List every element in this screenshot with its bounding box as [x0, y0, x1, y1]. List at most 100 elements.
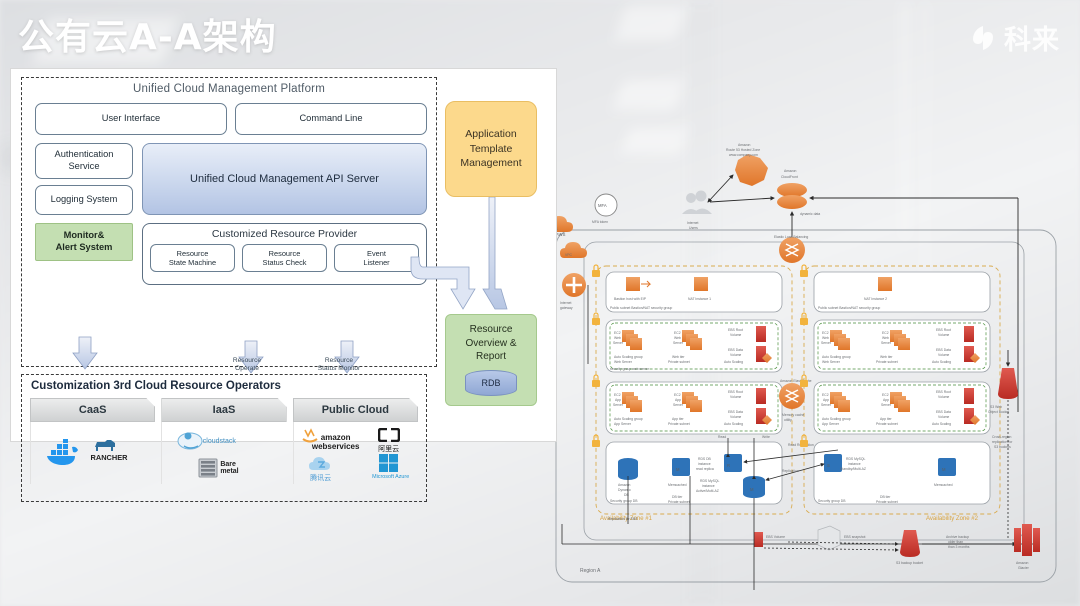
svg-text:Web Server: Web Server: [822, 360, 841, 364]
svg-text:Web: Web: [614, 336, 621, 340]
public-subnet-sg-label-2: Public subnet Bastion/NAT security group: [818, 306, 880, 310]
left-architecture-diagram: Unified Cloud Management Platform User I…: [10, 68, 557, 502]
svg-text:EBS Data: EBS Data: [728, 410, 743, 414]
svg-text:Web Server: Web Server: [614, 360, 633, 364]
docker-logo-icon: [47, 439, 78, 465]
aws-cloud-label: AWS: [556, 232, 566, 237]
logging-system-box[interactable]: Logging System: [35, 185, 133, 215]
autoscaling-group-web-az1: Auto Scaling group: [614, 355, 643, 359]
user-interface-box[interactable]: User Interface: [35, 103, 227, 135]
svg-text:RDS DB: RDS DB: [698, 457, 712, 461]
tab-public-cloud-label[interactable]: Public Cloud: [293, 398, 418, 422]
tab-iaas-label[interactable]: IaaS: [161, 398, 286, 422]
brand-logo: 科来: [968, 18, 1060, 57]
tab-caas-label[interactable]: CaaS: [30, 398, 155, 422]
svg-text:Amazon: Amazon: [618, 483, 631, 487]
svg-text:Security group DB: Security group DB: [818, 499, 846, 503]
aliyun-logo-icon: [377, 428, 400, 442]
page-header: 公有云A-A架构 科来: [0, 0, 1080, 70]
route53-label-3: www.company.com: [729, 153, 758, 157]
svg-text:App: App: [823, 398, 829, 402]
monitor-alert-system-box[interactable]: Monitor& Alert System: [35, 223, 133, 261]
svg-text:Server: Server: [673, 341, 684, 345]
svg-text:EC2: EC2: [614, 393, 621, 397]
resource-status-monitor-label: Resource Status Monitor: [317, 357, 361, 372]
svg-text:EC2: EC2: [882, 331, 889, 335]
replication-label: Replication: [782, 469, 799, 473]
dynamic-data-label: dynamic data: [800, 212, 820, 216]
nat-instance-1-label: NAT Instance 1: [688, 297, 711, 301]
svg-text:Server: Server: [881, 341, 892, 345]
svg-text:Volume: Volume: [938, 353, 949, 357]
svg-text:Server: Server: [613, 403, 624, 407]
svg-text:App: App: [675, 398, 681, 402]
svg-text:App: App: [883, 398, 889, 402]
svg-text:Memcached: Memcached: [668, 483, 687, 487]
ebs-data-volume-label: EBS Data: [728, 348, 743, 352]
svg-text:Web tier: Web tier: [880, 355, 893, 359]
svg-text:Private subnet: Private subnet: [876, 500, 898, 504]
command-line-box[interactable]: Command Line: [235, 103, 427, 135]
svg-text:Object Bucket: Object Bucket: [988, 410, 1009, 414]
tab-caas[interactable]: CaaS RANCHER: [30, 398, 155, 484]
cloudfront-label-2: CloudFront: [781, 175, 798, 179]
web-tier-subnet-az1: Web tier: [672, 355, 685, 359]
event-listener[interactable]: Event Listener: [334, 244, 419, 272]
svg-text:instance: instance: [702, 484, 715, 488]
svg-text:R: R: [727, 463, 730, 468]
svg-text:EC2: EC2: [822, 331, 829, 335]
svg-text:Glacier: Glacier: [1018, 566, 1030, 570]
svg-text:EC2: EC2: [674, 393, 681, 397]
azure-logo-icon: [378, 454, 398, 472]
api-server-box[interactable]: Unified Cloud Management API Server: [142, 143, 427, 215]
svg-text:Write: Write: [762, 435, 770, 439]
aws-logo-label: amazon webservices: [311, 433, 360, 451]
svg-text:read replica: read replica: [696, 467, 714, 471]
elastic-load-balancing-icon: Elastic Load Balancing: [774, 235, 808, 263]
svg-text:DB: DB: [624, 493, 629, 497]
archive-older-label: Archive backup: [946, 535, 969, 539]
mfa-token-label: MFA token: [592, 220, 608, 224]
rdb-database-icon: RDB: [465, 369, 517, 396]
ebs-volume-bottom-icon: EBS Volume: [754, 532, 785, 547]
svg-text:EBS Root: EBS Root: [936, 390, 951, 394]
svg-text:Private subnet: Private subnet: [668, 422, 690, 426]
svg-text:App Server: App Server: [822, 422, 840, 426]
svg-text:Volume: Volume: [730, 415, 741, 419]
svg-text:Auto Scaling: Auto Scaling: [932, 422, 951, 426]
svg-text:Read: Read: [718, 435, 726, 439]
svg-text:M: M: [676, 467, 680, 472]
svg-text:Volume: Volume: [730, 395, 741, 399]
svg-text:Private subnet: Private subnet: [876, 422, 898, 426]
resource-overview-report[interactable]: Resource Overview & Report RDB: [445, 314, 537, 406]
svg-text:S3 backup bucket: S3 backup bucket: [896, 561, 923, 565]
svg-text:EBS Volume: EBS Volume: [766, 535, 785, 539]
application-template-management[interactable]: Application Template Management: [445, 101, 537, 197]
svg-text:Volume: Volume: [938, 415, 949, 419]
tab-iaas[interactable]: IaaS cloudstack Bare metal: [161, 398, 286, 484]
svg-text:Auto Scaling group: Auto Scaling group: [822, 417, 851, 421]
svg-text:Volume: Volume: [938, 333, 949, 337]
svg-text:M: M: [750, 487, 754, 492]
customization-title: Customization 3rd Cloud Resource Operato…: [22, 375, 426, 392]
tencent-cloud-logo-label: 腾讯云: [310, 475, 332, 482]
resource-state-machine[interactable]: Resource State Machine: [150, 244, 235, 272]
resource-status-check[interactable]: Resource Status Check: [242, 244, 327, 272]
svg-text:Internet: Internet: [687, 221, 699, 225]
svg-text:M: M: [942, 467, 946, 472]
svg-text:App: App: [615, 398, 621, 402]
tab-public-cloud[interactable]: Public Cloud amazon webservices 阿里云 腾讯云 …: [292, 398, 418, 484]
ebs-snapshot-icon: EBS snapshot: [817, 525, 866, 551]
svg-text:Standby/Multi-AZ: Standby/Multi-AZ: [840, 467, 866, 471]
customization-cloud-resource-operators: Customization 3rd Cloud Resource Operato…: [21, 374, 427, 502]
svg-text:EC2: EC2: [614, 331, 621, 335]
azure-logo-label: Microsoft Azure: [372, 474, 410, 480]
svg-text:Amazon: Amazon: [1016, 561, 1029, 565]
svg-text:Server: Server: [613, 341, 624, 345]
authentication-service-box[interactable]: Authentication Service: [35, 143, 133, 179]
brand-name: 科来: [1004, 25, 1060, 56]
svg-text:Dynamo: Dynamo: [618, 488, 631, 492]
svg-text:App Server: App Server: [614, 422, 632, 426]
svg-text:security group web server: security group web server: [610, 367, 650, 371]
svg-text:Auto Scaling: Auto Scaling: [724, 422, 743, 426]
